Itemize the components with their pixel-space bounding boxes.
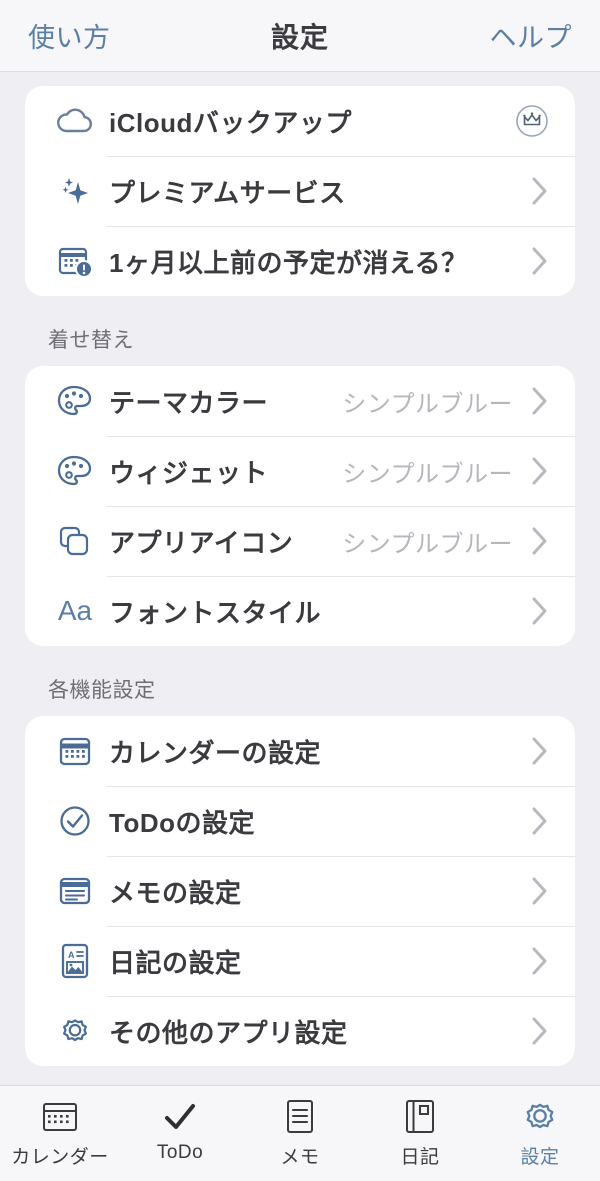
- settings-row-label: ToDoの設定: [109, 807, 255, 838]
- tab-label: 設定: [520, 1147, 560, 1168]
- tab-label: 日記: [400, 1147, 440, 1168]
- chevron-right-icon: [531, 526, 549, 556]
- palette-icon: [47, 379, 103, 423]
- chevron-right-icon: [531, 456, 549, 486]
- note-icon: [47, 869, 103, 913]
- settings-row-app-icon[interactable]: アプリアイコン シンプルブルー: [25, 506, 575, 576]
- calendar-icon: [40, 1096, 80, 1138]
- section-header-appearance: 着せ替え: [48, 329, 134, 352]
- check-circle-icon: [47, 799, 103, 843]
- tab-label: カレンダー: [11, 1147, 109, 1168]
- diary-icon: A: [47, 939, 103, 983]
- settings-card-top: iCloudバックアップ プレミアムサービス 1ヶ月以上前の予定が消える？: [25, 86, 575, 296]
- how-to-use-button[interactable]: 使い方: [28, 16, 111, 55]
- settings-row-todo-settings[interactable]: ToDoの設定: [25, 786, 575, 856]
- settings-row-font-style[interactable]: Aa フォントスタイル: [25, 576, 575, 646]
- tab-diary[interactable]: 日記: [360, 1096, 480, 1169]
- tab-calendar[interactable]: カレンダー: [0, 1096, 120, 1169]
- chevron-right-icon: [531, 176, 549, 206]
- settings-row-value: シンプルブルー: [342, 460, 513, 488]
- calendar-alert-icon: [47, 239, 103, 283]
- tab-settings[interactable]: 設定: [480, 1096, 600, 1169]
- note-lines-icon: [282, 1096, 318, 1138]
- palette-icon: [47, 449, 103, 493]
- settings-row-theme-color[interactable]: テーマカラー シンプルブルー: [25, 366, 575, 436]
- tab-bar: カレンダー ToDo メモ 日記 設定: [0, 1085, 600, 1181]
- settings-row-value: シンプルブルー: [342, 530, 513, 558]
- settings-row-label: カレンダーの設定: [109, 737, 322, 768]
- settings-row-calendar-settings[interactable]: カレンダーの設定: [25, 716, 575, 786]
- settings-screen: 使い方 設定 ヘルプ iCloudバックアップ プレミアムサービス 1ヶ月以上前…: [0, 0, 600, 1181]
- cloud-icon: [47, 99, 103, 143]
- settings-row-old-events-warning[interactable]: 1ヶ月以上前の予定が消える？: [25, 226, 575, 296]
- book-icon: [402, 1096, 438, 1138]
- crown-badge[interactable]: [515, 104, 549, 138]
- chevron-right-icon: [531, 946, 549, 976]
- chevron-right-icon: [531, 386, 549, 416]
- settings-row-diary-settings[interactable]: A 日記の設定: [25, 926, 575, 996]
- settings-card-appearance: テーマカラー シンプルブルー ウィジェット シンプルブルー アプリアイコン シン…: [25, 366, 575, 646]
- navigation-bar: 使い方 設定 ヘルプ: [0, 0, 600, 72]
- settings-list[interactable]: iCloudバックアップ プレミアムサービス 1ヶ月以上前の予定が消える？ 着せ…: [0, 72, 600, 1085]
- settings-row-label: iCloudバックアップ: [109, 107, 352, 138]
- tab-memo[interactable]: メモ: [240, 1096, 360, 1169]
- chevron-right-icon: [531, 736, 549, 766]
- chevron-right-icon: [531, 596, 549, 626]
- settings-row-label: フォントスタイル: [109, 597, 322, 628]
- settings-row-label: プレミアムサービス: [109, 177, 346, 208]
- settings-row-label: 日記の設定: [109, 947, 242, 978]
- settings-row-label: 1ヶ月以上前の予定が消える？: [109, 247, 468, 278]
- calendar-icon: [47, 729, 103, 773]
- settings-row-label: テーマカラー: [109, 387, 269, 418]
- sparkle-icon: [47, 169, 103, 213]
- app-icon-squares-icon: [47, 519, 103, 563]
- chevron-right-icon: [531, 1016, 549, 1046]
- settings-row-memo-settings[interactable]: メモの設定: [25, 856, 575, 926]
- help-button[interactable]: ヘルプ: [490, 16, 573, 55]
- settings-row-label: アプリアイコン: [109, 527, 294, 558]
- settings-row-label: ウィジェット: [109, 457, 269, 488]
- gear-icon: [47, 1009, 103, 1053]
- svg-text:A: A: [68, 950, 75, 960]
- check-icon: [160, 1096, 200, 1138]
- settings-row-icloud-backup[interactable]: iCloudバックアップ: [25, 86, 575, 156]
- font-aa-icon: Aa: [57, 595, 93, 626]
- chevron-right-icon: [531, 876, 549, 906]
- settings-row-other-app-settings[interactable]: その他のアプリ設定: [25, 996, 575, 1066]
- settings-row-value: シンプルブルー: [342, 390, 513, 418]
- settings-row-widget[interactable]: ウィジェット シンプルブルー: [25, 436, 575, 506]
- section-header-features: 各機能設定: [48, 679, 156, 702]
- tab-label: メモ: [280, 1147, 320, 1168]
- tab-label: ToDo: [156, 1142, 204, 1163]
- gear-icon: [521, 1096, 559, 1138]
- chevron-right-icon: [531, 806, 549, 836]
- settings-row-premium-service[interactable]: プレミアムサービス: [25, 156, 575, 226]
- tab-todo[interactable]: ToDo: [120, 1096, 240, 1164]
- settings-card-features: カレンダーの設定 ToDoの設定 メモの設定 A 日記の設定 その他のアプリ設定: [25, 716, 575, 1066]
- settings-row-label: メモの設定: [109, 877, 242, 908]
- settings-row-label: その他のアプリ設定: [109, 1017, 348, 1048]
- chevron-right-icon: [531, 246, 549, 276]
